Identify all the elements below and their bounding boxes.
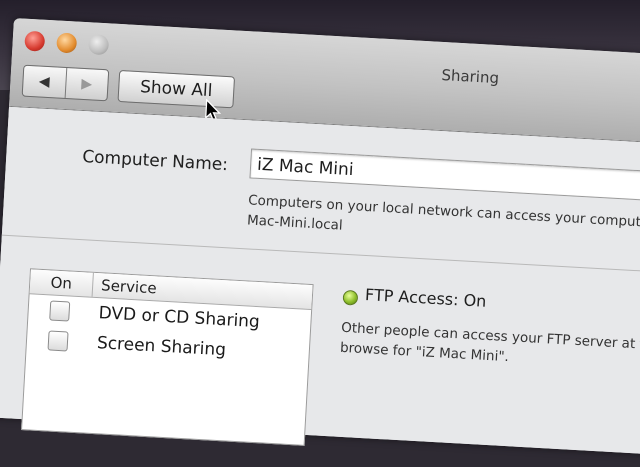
service-status-help: Other people can access your FTP server … bbox=[340, 318, 640, 377]
sharing-preferences-window: Sharing ◀ ▶ Show All Computer Name: iZ M… bbox=[0, 18, 640, 457]
status-indicator-icon bbox=[342, 289, 359, 306]
services-table: On Service DVD or CD Sharing Screen Shar… bbox=[21, 268, 314, 446]
service-name: Screen Sharing bbox=[96, 333, 227, 361]
forward-arrow-icon: ▶ bbox=[80, 75, 93, 93]
window-title: Sharing bbox=[440, 65, 500, 88]
back-arrow-icon: ◀ bbox=[38, 73, 51, 91]
zoom-window-button[interactable] bbox=[88, 34, 110, 56]
computer-name-help: Computers on your local network can acce… bbox=[247, 190, 640, 254]
sharing-pane: Computer Name: iZ Mac Mini Computers on … bbox=[0, 106, 640, 457]
screen-sharing-checkbox[interactable] bbox=[47, 330, 69, 352]
computer-name-label: Computer Name: bbox=[81, 147, 229, 176]
service-status-text: FTP Access: On bbox=[364, 285, 487, 311]
back-button[interactable]: ◀ bbox=[22, 65, 67, 98]
service-name: DVD or CD Sharing bbox=[98, 303, 261, 333]
minimize-window-button[interactable] bbox=[56, 32, 78, 54]
navigation-buttons: ◀ ▶ bbox=[21, 64, 110, 102]
forward-button[interactable]: ▶ bbox=[65, 68, 108, 100]
column-header-on[interactable]: On bbox=[29, 269, 94, 297]
dvd-cd-sharing-checkbox[interactable] bbox=[49, 300, 71, 322]
close-window-button[interactable] bbox=[24, 30, 46, 52]
